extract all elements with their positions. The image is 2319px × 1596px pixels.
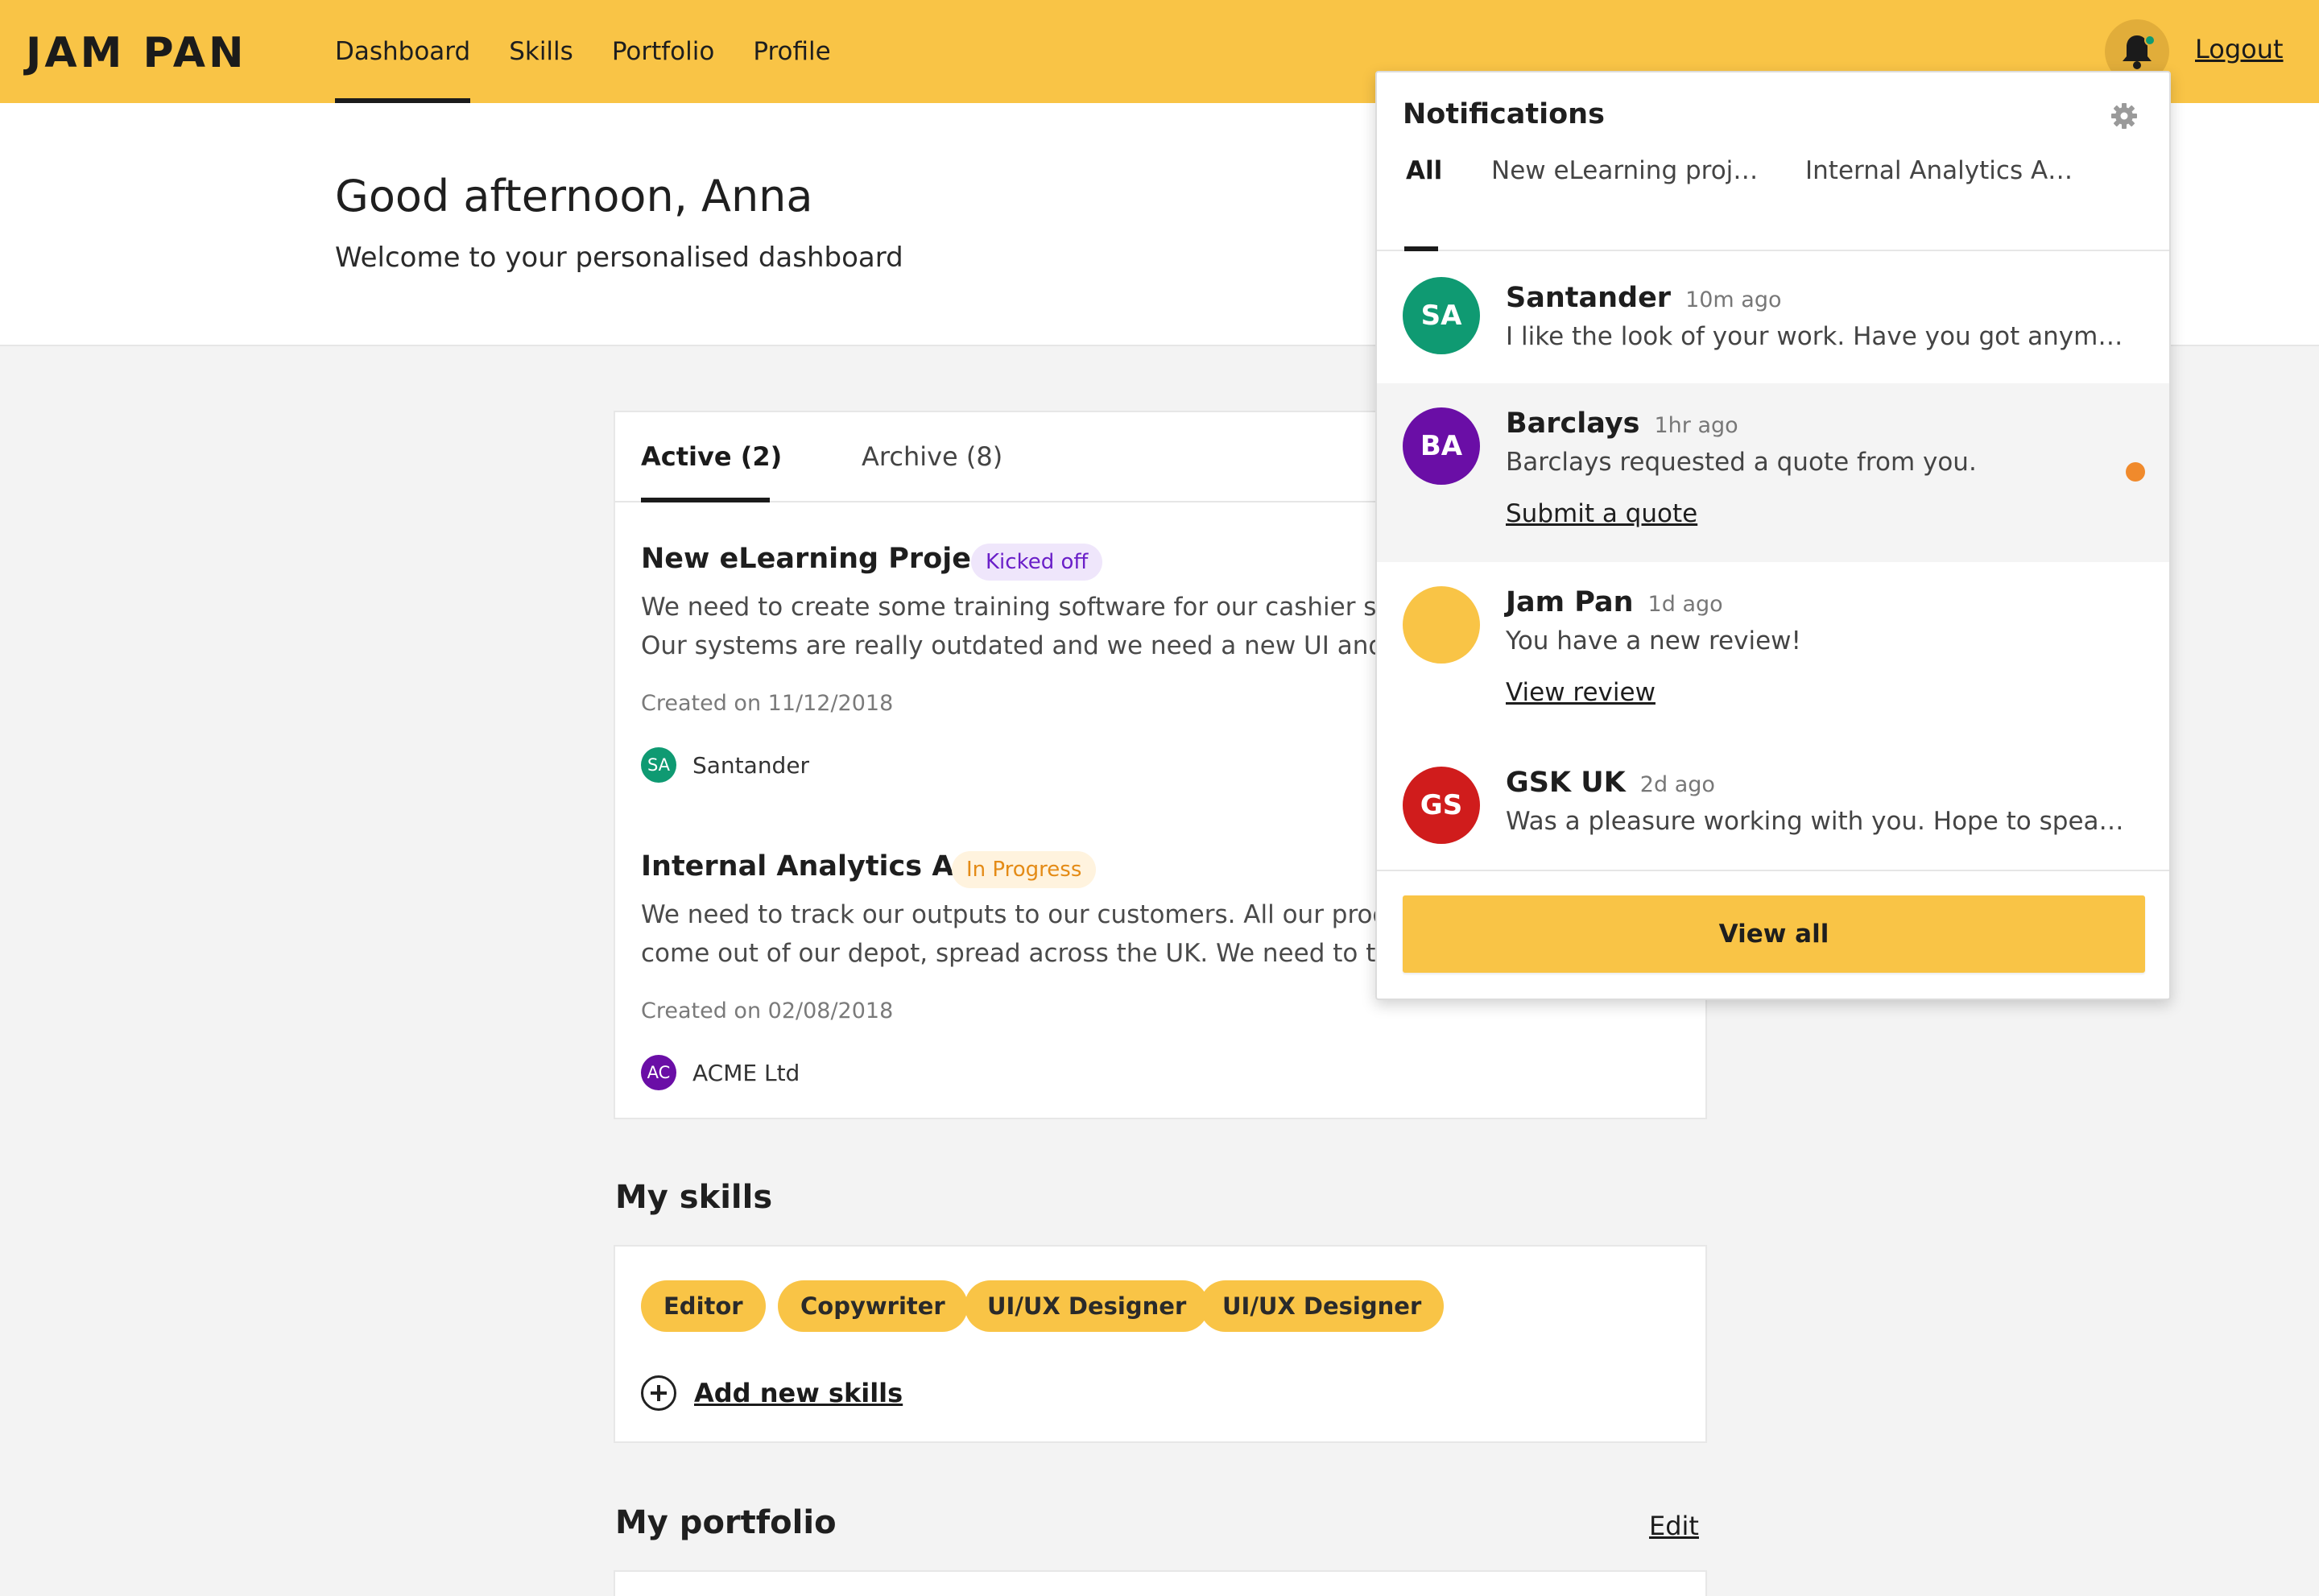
tab-archive[interactable]: Archive (8) [862,441,1002,472]
submit-quote-link[interactable]: Submit a quote [1506,499,1697,528]
active-tab-indicator [1404,246,1438,251]
skills-card: Editor Copywriter UI/UX Designer UI/UX D… [614,1245,1707,1443]
notification-message: Barclays requested a quote from you. [1506,448,1977,477]
notification-item[interactable]: GS GSK UK 2d ago Was a pleasure working w… [1377,742,2169,868]
avatar: SA [1403,277,1480,354]
avatar: SA [641,747,676,783]
add-circle-icon [641,1375,676,1411]
nav-portfolio[interactable]: Portfolio [612,0,715,103]
notification-tabs [1377,177,2169,251]
sender-name: GSK UK [1506,767,1626,799]
project-title[interactable]: Internal Analytics App [641,850,994,883]
nav-skills[interactable]: Skills [509,0,573,103]
skill-chip[interactable]: Copywriter [778,1280,968,1332]
skill-chip[interactable]: UI/UX Designer [1200,1280,1445,1332]
avatar: AC [641,1055,676,1090]
notification-indicator [2144,35,2156,46]
sender-name: Barclays [1506,407,1640,440]
logo[interactable]: JAM PAN [26,29,247,77]
status-badge: Kicked off [971,544,1103,581]
notification-item[interactable]: Jam Pan 1d ago You have a new review! Vie… [1377,562,2169,742]
notification-item[interactable]: SA Santander 10m ago I like the look of y… [1377,253,2169,383]
skills-section-title: My skills [615,1179,773,1216]
tab-analytics[interactable]: Internal Analytics A… [1805,156,2073,185]
created-date: Created on 02/08/2018 [641,999,894,1023]
notification-time: 10m ago [1685,287,1782,312]
client-name: Santander [692,751,810,779]
project-title[interactable]: New eLearning Project [641,543,1001,575]
add-skills-label: Add new skills [694,1378,903,1408]
edit-portfolio-link[interactable]: Edit [1649,1511,1699,1541]
notification-item[interactable]: BA Barclays 1hr ago Barclays requested a … [1377,383,2169,562]
logout-link[interactable]: Logout [2195,34,2284,64]
skill-chip[interactable]: UI/UX Designer [965,1280,1209,1332]
notification-message: I like the look of your work. Have you g… [1506,322,2123,351]
notification-time: 2d ago [1639,772,1715,797]
skill-chip[interactable]: Editor [641,1280,766,1332]
created-date: Created on 11/12/2018 [641,691,894,716]
notifications-title: Notifications [1403,98,1605,130]
avatar: BA [1403,407,1480,485]
tab-active[interactable]: Active (2) [641,441,782,472]
notification-message: You have a new review! [1506,626,1801,655]
notification-sender: Santander 10m ago [1506,282,1782,314]
active-tab-indicator [641,498,770,502]
portfolio-card [614,1570,1707,1596]
tab-elearning[interactable]: New eLearning proj… [1491,156,1758,185]
notification-time: 1hr ago [1654,413,1738,438]
main-nav: Dashboard Skills Portfolio Profile [335,0,870,103]
page-title: Good afternoon, Anna [335,171,813,221]
nav-profile[interactable]: Profile [753,0,830,103]
notification-sender: GSK UK 2d ago [1506,767,1715,799]
unread-indicator [2126,462,2145,482]
view-all-button[interactable]: View all [1403,895,2145,973]
gear-icon[interactable] [2110,101,2139,130]
sender-name: Jam Pan [1506,586,1634,618]
notification-message: Was a pleasure working with you. Hope to… [1506,807,2124,836]
divider [1377,870,2169,871]
avatar [1403,586,1480,664]
add-skills-button[interactable]: Add new skills [641,1375,903,1411]
project-client: AC ACME Ltd [641,1055,800,1090]
client-name: ACME Ltd [692,1059,800,1086]
notification-sender: Jam Pan 1d ago [1506,586,1723,618]
project-client: SA Santander [641,747,809,783]
nav-dashboard[interactable]: Dashboard [335,0,471,103]
view-review-link[interactable]: View review [1506,678,1656,707]
notification-time: 1d ago [1647,592,1723,617]
page-subtitle: Welcome to your personalised dashboard [335,242,903,274]
tab-all[interactable]: All [1406,156,1442,185]
notification-sender: Barclays 1hr ago [1506,407,1738,440]
sender-name: Santander [1506,282,1672,314]
notifications-panel: Notifications All New eLearning proj… In… [1375,71,2171,1000]
portfolio-section-title: My portfolio [615,1504,837,1541]
status-badge: In Progress [952,851,1097,888]
avatar: GS [1403,767,1480,844]
